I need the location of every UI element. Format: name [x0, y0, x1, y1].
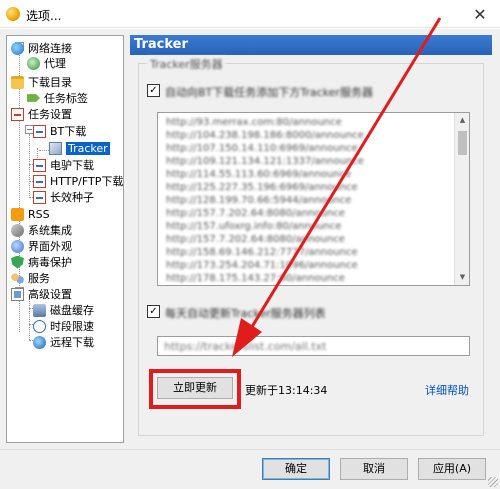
edonkey-icon: [33, 158, 46, 172]
list-item[interactable]: http://114.55.113.60:6969/announce: [166, 169, 351, 180]
scroll-down-icon[interactable]: ▼: [455, 270, 469, 285]
update-url-text: https://trackerslist.com/all.txt: [164, 340, 327, 353]
scroll-up-icon[interactable]: ▲: [455, 113, 469, 128]
tree-item-proxy[interactable]: 代理: [27, 55, 66, 71]
app-icon: [6, 7, 20, 21]
integration-icon: [11, 223, 24, 237]
globe-icon: [11, 41, 24, 55]
tracker-panel: Tracker Tracker服务器 ✓ 自动向BT下载任务添加下方Tracke…: [130, 35, 492, 443]
tree-item-http-ftp[interactable]: HTTP/FTP下载: [33, 173, 123, 189]
list-item[interactable]: http://128.199.70.66:5944/announce: [166, 195, 351, 206]
list-item[interactable]: http://157.7.202.64:8080/announce: [166, 234, 345, 245]
window-title: 选项...: [26, 9, 62, 23]
proxy-icon: [27, 56, 40, 70]
tree-item-task-tags[interactable]: 任务标签: [27, 90, 88, 106]
auto-update-label: 每天自动更新Tracker服务器列表: [165, 307, 326, 320]
tree-item-network[interactable]: 网络连接: [11, 40, 72, 56]
bt-icon: [33, 124, 46, 138]
list-item[interactable]: http://107.150.14.110:6969/announce: [166, 143, 358, 154]
tree-item-download-dir[interactable]: 下载目录: [11, 74, 72, 90]
list-item[interactable]: http://173.254.204.71:1096/announce: [166, 260, 358, 271]
scroll-thumb[interactable]: [458, 131, 467, 155]
list-item[interactable]: http://157.ufoxrg.info:80/announce: [166, 221, 341, 232]
list-item[interactable]: http://178.175.143.27:80/announce: [166, 273, 345, 284]
update-url-input[interactable]: https://trackerslist.com/all.txt: [157, 336, 470, 356]
tree-item-tracker[interactable]: Tracker: [49, 140, 110, 156]
list-item[interactable]: http://104.238.198.186:8000/announce: [166, 130, 364, 141]
group-title: Tracker服务器: [147, 56, 226, 72]
apply-button[interactable]: 应用(A): [418, 458, 486, 480]
resize-grip[interactable]: [488, 477, 498, 487]
tree-item-seed[interactable]: 长效种子: [33, 189, 94, 205]
service-icon: [11, 271, 24, 285]
dialog-footer: 确定 取消 应用(A): [0, 449, 500, 489]
rss-icon: [11, 207, 24, 221]
auto-update-checkbox[interactable]: ✓: [147, 305, 160, 318]
tag-icon: [27, 94, 40, 102]
tree-item-service[interactable]: 服务: [11, 270, 50, 286]
seed-icon: [33, 190, 46, 204]
list-item[interactable]: http://93.merrax.com:80/announce: [166, 117, 342, 128]
auto-add-label: 自动向BT下载任务添加下方Tracker服务器: [165, 86, 373, 99]
advanced-icon: [11, 287, 24, 301]
auto-add-checkbox[interactable]: ✓: [147, 84, 160, 97]
cancel-button[interactable]: 取消: [340, 458, 408, 480]
tree-item-appearance[interactable]: 界面外观: [11, 238, 72, 254]
list-item[interactable]: http://158.69.146.212:7777/announce: [166, 247, 358, 258]
tracker-groupbox: Tracker服务器 ✓ 自动向BT下载任务添加下方Tracker服务器 htt…: [138, 56, 484, 436]
tree-item-rss[interactable]: RSS: [11, 206, 50, 222]
settings-tree: − − − − 网络连接 代理 下载目录 任务标签 任务设置 BT下载 Trac…: [6, 35, 124, 443]
tree-item-integration[interactable]: 系统集成: [11, 222, 72, 238]
panel-header: Tracker: [130, 35, 492, 55]
help-link[interactable]: 详细帮助: [425, 382, 469, 398]
tree-item-task-settings[interactable]: 任务设置: [11, 106, 72, 122]
tree-item-virus[interactable]: 病毒保护: [11, 254, 72, 270]
tree-item-speed-limit[interactable]: 时段限速: [33, 318, 94, 334]
close-icon[interactable]: ✕: [460, 0, 500, 28]
tracker-listbox[interactable]: http://93.merrax.com:80/announce http://…: [157, 112, 470, 286]
tree-item-bt[interactable]: BT下载: [33, 123, 86, 139]
http-icon: [33, 174, 46, 188]
tree-item-advanced[interactable]: 高级设置: [11, 286, 72, 302]
remote-icon: [33, 335, 46, 349]
tree-item-disk-cache[interactable]: 磁盘缓存: [33, 302, 94, 318]
disk-icon: [33, 303, 46, 317]
list-item[interactable]: http://157.7.202.64:8080/announce: [166, 208, 345, 219]
appearance-icon: [11, 239, 24, 253]
ok-button[interactable]: 确定: [262, 458, 330, 480]
shield-icon: [11, 255, 24, 269]
tree-item-edonkey[interactable]: 电驴下载: [33, 157, 94, 173]
clock-icon: [33, 319, 46, 333]
updated-time-label: 更新于13:14:34: [245, 384, 328, 397]
task-icon: [11, 107, 24, 121]
list-scrollbar[interactable]: ▲ ▼: [454, 113, 469, 285]
tracker-icon: [49, 141, 62, 155]
title-bar: 选项... ✕: [0, 0, 500, 28]
annotation-highlight-box: [149, 369, 241, 409]
folder-icon: [11, 75, 24, 89]
list-item[interactable]: http://125.227.35.196:6969/announce: [166, 182, 358, 193]
window-body: − − − − 网络连接 代理 下载目录 任务标签 任务设置 BT下载 Trac…: [0, 29, 500, 489]
list-item[interactable]: http://109.121.134.121:1337/announce: [166, 156, 364, 167]
tree-item-remote[interactable]: 远程下载: [33, 334, 94, 350]
